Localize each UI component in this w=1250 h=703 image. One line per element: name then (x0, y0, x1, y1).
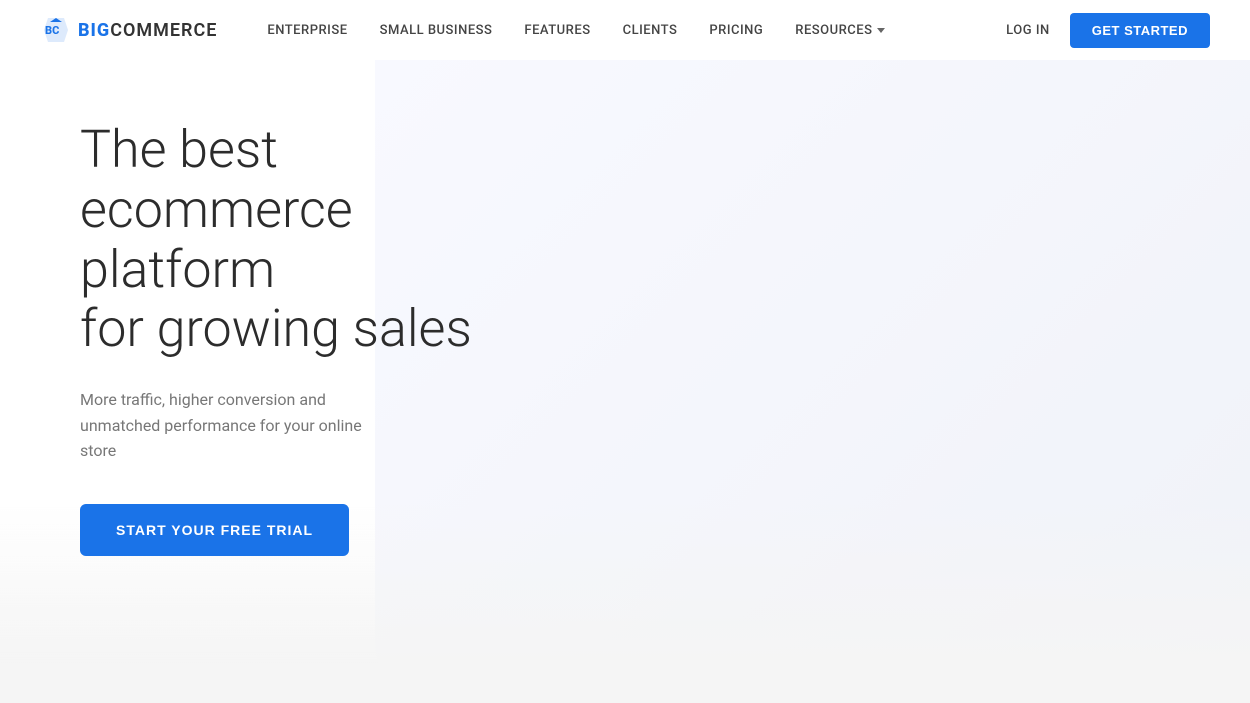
screen-qty-label: QUANTITY (775, 206, 1250, 223)
screen-nav-contact: CONTACT (1010, 88, 1055, 99)
logo-text: BIGCOMMERCE (78, 20, 217, 41)
logo[interactable]: BC BIGCOMMERCE (40, 14, 217, 46)
main-nav: BC BIGCOMMERCE ENTERPRISE SMALL BUSINESS… (0, 0, 1250, 60)
hero-title: The best ecommerce platform for growing … (80, 120, 480, 359)
screen-breadcrumb: Home > Dresses > Long/Midi Dresses > Pat… (774, 127, 1250, 149)
hero-content: The best ecommerce platform for growing … (0, 60, 520, 703)
nav-clients[interactable]: CLIENTS (623, 23, 678, 38)
screen-thumb-1 (527, 431, 572, 488)
nav-right: LOG IN GET STARTED (1006, 13, 1210, 48)
screen-size-label: SIZE* (775, 253, 1250, 267)
screen-nav-more: MORE (961, 90, 988, 100)
screen-qty-input: 1 (775, 227, 814, 248)
start-trial-button[interactable]: START YOUR FREE TRIAL (80, 504, 349, 556)
screen-size-xs: XS (775, 271, 799, 290)
screen-thumb-2 (580, 431, 625, 488)
nav-resources[interactable]: RESOURCES (795, 23, 884, 38)
hero-subtitle-line1: More traffic, higher conversion and (80, 390, 326, 409)
screen-size-m: M (835, 270, 859, 289)
get-started-button[interactable]: GET STARTED (1070, 13, 1210, 48)
monitor-outer: CART SIGN UP LO... LaGrace Smith SHOP BL… (498, 60, 1250, 669)
nav-features[interactable]: FEATURES (524, 23, 590, 38)
screen-size-l: L (866, 270, 890, 289)
monitor-screen: CART SIGN UP LO... LaGrace Smith SHOP BL… (510, 60, 1250, 623)
screen-qty-box: 1 (775, 220, 1250, 249)
screen-logo: LaGrace Smith (740, 91, 835, 110)
nav-enterprise[interactable]: ENTERPRISE (267, 23, 347, 38)
nav-pricing[interactable]: PRICING (709, 23, 763, 38)
screen-product-thumbnails (527, 431, 755, 492)
screen-wishlist-button: ADD TO WISHLIST (871, 305, 981, 330)
screen-product-title: Patricia Crew Maxi Dress (774, 146, 1250, 180)
hero-title-line3: for growing sales (80, 298, 472, 359)
screen-thumb-4 (687, 433, 734, 491)
screen-thumb-3 (633, 432, 679, 490)
screen-size-options: XS S M L (775, 266, 1250, 290)
hero-section: The best ecommerce platform for growing … (0, 60, 1250, 703)
hero-title-line1: The best (80, 119, 278, 180)
nav-resources-label: RESOURCES (795, 23, 872, 38)
nav-links: ENTERPRISE SMALL BUSINESS FEATURES CLIEN… (267, 23, 1006, 38)
screen-product-price: $400.00 (775, 176, 1250, 203)
screen-share-label: SHARE THIS (776, 342, 818, 350)
hero-subtitle-line2: unmatched performance for your online st… (80, 416, 362, 461)
screen-share-icons: ✦ ✦ ✦ ✦ ✦ (826, 342, 866, 350)
screen-nav-blog: BLOG (914, 91, 938, 101)
svg-text:BC: BC (45, 24, 59, 37)
screen-share-row: SHARE THIS ✦ ✦ ✦ ✦ ✦ (776, 342, 1250, 351)
screen-product-images (527, 133, 756, 572)
screen-add-cart-button: ADD TO CART (775, 305, 862, 329)
nav-small-business[interactable]: SMALL BUSINESS (380, 23, 493, 38)
chevron-down-icon (877, 28, 885, 33)
screen-product-info: Home > Dresses > Long/Midi Dresses > Pat… (774, 118, 1250, 590)
login-link[interactable]: LOG IN (1006, 23, 1050, 38)
hero-subtitle: More traffic, higher conversion and unma… (80, 387, 400, 464)
screen-main-nav: LaGrace Smith SHOP BLOG MORE CONTACT (513, 64, 1250, 128)
screen-action-btns: ADD TO CART ADD TO WISHLIST (775, 303, 1250, 329)
screen-product-main-image (527, 134, 733, 421)
hero-title-line2: ecommerce platform (80, 179, 353, 300)
screen-nav-shop: SHOP (867, 93, 892, 103)
monitor-section: CART SIGN UP LO... LaGrace Smith SHOP BL… (520, 60, 1250, 703)
stand-neck (865, 690, 895, 703)
screen-top-nav: CART SIGN UP LO... (514, 60, 1250, 92)
screen-size-s: S (805, 270, 829, 289)
monitor-stand (841, 690, 920, 703)
screen-product-page: Home > Dresses > Long/Midi Dresses > Pat… (510, 104, 1250, 604)
monitor-wrapper: CART SIGN UP LO... LaGrace Smith SHOP BL… (500, 60, 1250, 703)
